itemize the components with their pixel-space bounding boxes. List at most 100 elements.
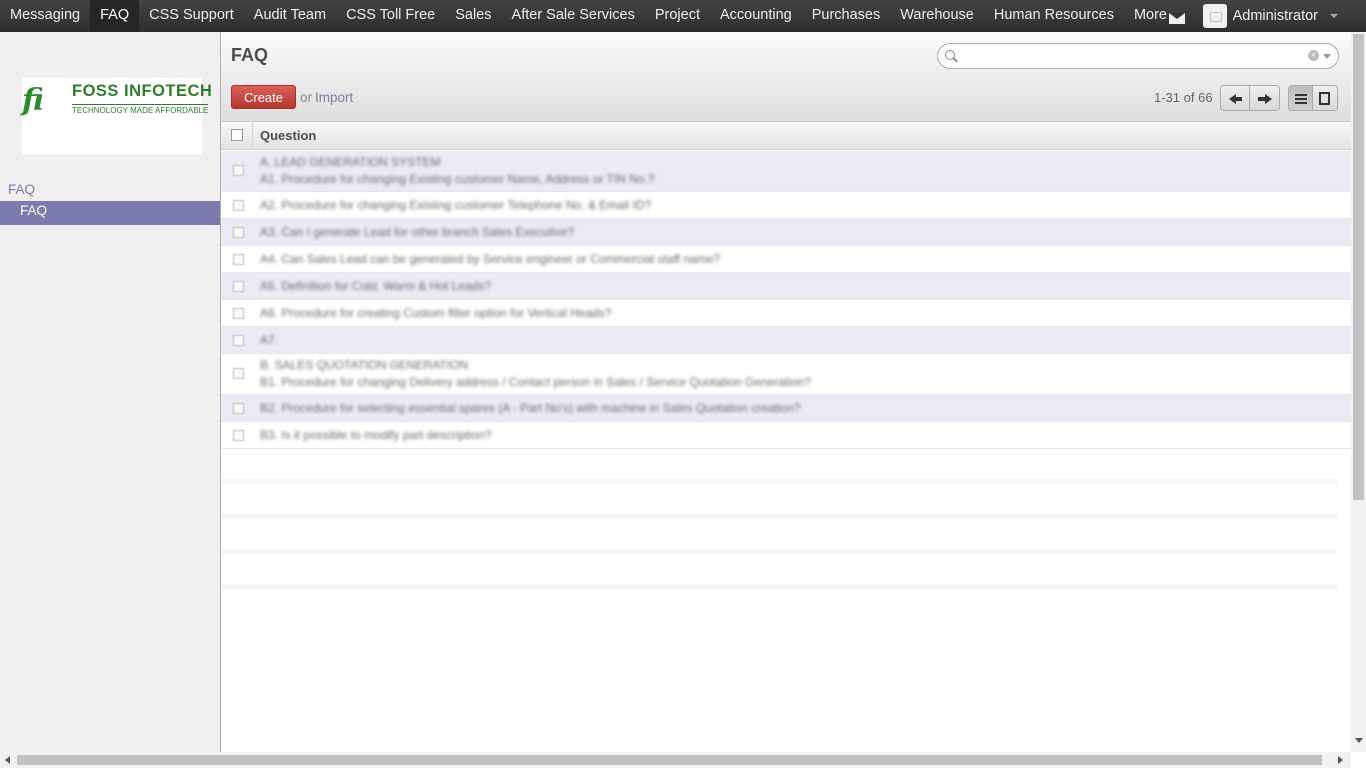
list-header: Question bbox=[221, 122, 1351, 150]
pager-buttons bbox=[1220, 85, 1280, 111]
menu-item-faq[interactable]: FAQ bbox=[90, 0, 140, 32]
table-row[interactable]: B2. Procedure for selecting essential sp… bbox=[221, 395, 1351, 422]
sidebar-item-faq[interactable]: FAQ bbox=[0, 201, 220, 225]
company-logo[interactable]: fi FOSS INFOTECH TECHNOLOGY MADE AFFORDA… bbox=[22, 78, 212, 154]
scroll-right-arrow-icon[interactable] bbox=[1338, 756, 1343, 764]
question-line: B3. Is it possible to modify part descri… bbox=[260, 428, 492, 442]
menu-item-project[interactable]: Project bbox=[645, 0, 710, 32]
row-checkbox[interactable] bbox=[233, 368, 244, 379]
table-row[interactable]: A5. Definition for Cold, Warm & Hot Lead… bbox=[221, 273, 1351, 300]
vertical-scroll-thumb[interactable] bbox=[1353, 34, 1364, 500]
menu-item-human-resources[interactable]: Human Resources bbox=[984, 0, 1124, 32]
table-row[interactable]: B. SALES QUOTATION GENERATION B1. Procedu… bbox=[221, 354, 1351, 395]
row-checkbox[interactable] bbox=[233, 165, 244, 176]
table-row[interactable]: A2. Procedure for changing Existing cust… bbox=[221, 192, 1351, 219]
question-cell[interactable]: A5. Definition for Cold, Warm & Hot Lead… bbox=[260, 278, 491, 295]
list-view-icon bbox=[1295, 94, 1307, 96]
page-title: FAQ bbox=[231, 45, 269, 65]
form-view-button[interactable] bbox=[1313, 85, 1338, 111]
search-dropdown-icon[interactable] bbox=[1323, 54, 1331, 59]
question-cell[interactable]: A6. Procedure for creating Custom filter… bbox=[260, 305, 612, 322]
question-line: A5. Definition for Cold, Warm & Hot Lead… bbox=[260, 279, 491, 293]
import-link[interactable]: Import bbox=[315, 90, 353, 105]
pager-next-icon[interactable] bbox=[1250, 85, 1280, 111]
question-line: B1. Procedure for changing Delivery addr… bbox=[260, 375, 811, 389]
question-line: B2. Procedure for selecting essential sp… bbox=[260, 401, 801, 415]
question-cell[interactable]: A7. bbox=[260, 332, 278, 349]
more-menu-label: More bbox=[1133, 7, 1167, 23]
question-line: A3. Can I generate Lead for other branch… bbox=[260, 225, 575, 239]
logo-mark-icon: fi bbox=[22, 83, 44, 118]
row-checkbox[interactable] bbox=[233, 254, 244, 265]
question-cell[interactable]: B. SALES QUOTATION GENERATION B1. Procedu… bbox=[260, 357, 811, 391]
scroll-down-arrow-icon[interactable] bbox=[1355, 738, 1363, 743]
avatar[interactable] bbox=[1202, 4, 1227, 28]
create-button[interactable]: Create bbox=[231, 85, 296, 109]
table-row[interactable]: A6. Procedure for creating Custom filter… bbox=[221, 300, 1351, 327]
table-row[interactable]: B3. Is it possible to modify part descri… bbox=[221, 422, 1351, 449]
pager-value[interactable]: 1-31 of 66 bbox=[1154, 90, 1213, 105]
row-checkbox[interactable] bbox=[233, 281, 244, 292]
left-sidebar: fi FOSS INFOTECH TECHNOLOGY MADE AFFORDA… bbox=[0, 32, 221, 752]
question-line: A2. Procedure for changing Existing cust… bbox=[260, 198, 652, 212]
view-switcher bbox=[1288, 85, 1338, 111]
question-cell[interactable]: B3. Is it possible to modify part descri… bbox=[260, 427, 491, 444]
menu-item-after-sale-services[interactable]: After Sale Services bbox=[502, 0, 645, 32]
row-checkbox[interactable] bbox=[233, 227, 244, 238]
question-line: A4. Can Sales Lead can be generated by S… bbox=[260, 252, 721, 266]
question-line: A1. Procedure for changing Existing cust… bbox=[260, 172, 655, 186]
question-cell[interactable]: B2. Procedure for selecting essential sp… bbox=[260, 400, 801, 417]
user-caret-down-icon[interactable] bbox=[1330, 14, 1338, 18]
main-menu: Messaging FAQ CSS Support Audit Team CSS Tol… bbox=[0, 0, 1124, 32]
user-area: Administrator bbox=[1168, 0, 1366, 32]
list-empty-area bbox=[221, 449, 1337, 596]
table-row[interactable]: A4. Can Sales Lead can be generated by S… bbox=[221, 246, 1351, 273]
horizontal-scroll-thumb[interactable] bbox=[17, 755, 1322, 765]
sidebar-section-faq: FAQ bbox=[8, 182, 36, 197]
search-icon bbox=[945, 50, 955, 60]
menu-item-css-support[interactable]: CSS Support bbox=[139, 0, 244, 32]
question-cell[interactable]: A4. Can Sales Lead can be generated by S… bbox=[260, 251, 720, 268]
mail-icon[interactable] bbox=[1168, 12, 1185, 24]
control-panel: FAQ × Create or Import 1-31 of 66 bbox=[221, 32, 1351, 122]
table-row[interactable]: A3. Can I generate Lead for other branch… bbox=[221, 219, 1351, 246]
list-body: A. LEAD GENERATION SYSTEM A1. Procedure f… bbox=[221, 151, 1351, 449]
main-content: FAQ × Create or Import 1-31 of 66 Questi… bbox=[221, 32, 1351, 752]
pager-previous-icon[interactable] bbox=[1220, 85, 1250, 111]
menu-item-messaging[interactable]: Messaging bbox=[0, 0, 90, 32]
question-line: B. SALES QUOTATION GENERATION bbox=[260, 358, 469, 372]
menu-item-audit-team[interactable]: Audit Team bbox=[244, 0, 336, 32]
question-line: A7. bbox=[260, 333, 279, 347]
question-line: A6. Procedure for creating Custom filter… bbox=[260, 306, 612, 320]
logo-title: FOSS INFOTECH bbox=[72, 82, 213, 100]
question-line: A. LEAD GENERATION SYSTEM bbox=[260, 155, 441, 169]
table-row[interactable]: A. LEAD GENERATION SYSTEM A1. Procedure f… bbox=[221, 151, 1351, 192]
scroll-left-arrow-icon[interactable] bbox=[5, 756, 10, 764]
vertical-scrollbar[interactable] bbox=[1351, 32, 1366, 752]
menu-item-purchases[interactable]: Purchases bbox=[802, 0, 891, 32]
menu-item-warehouse[interactable]: Warehouse bbox=[890, 0, 984, 32]
row-checkbox[interactable] bbox=[233, 308, 244, 319]
table-row[interactable]: A7. bbox=[221, 327, 1351, 354]
header-divider bbox=[252, 122, 253, 150]
column-header-question[interactable]: Question bbox=[260, 128, 316, 143]
search-box[interactable]: × bbox=[937, 43, 1339, 69]
user-name[interactable]: Administrator bbox=[1233, 8, 1318, 24]
row-checkbox[interactable] bbox=[233, 430, 244, 441]
list-view-button[interactable] bbox=[1288, 85, 1313, 111]
top-navbar: Messaging FAQ CSS Support Audit Team CSS Tol… bbox=[0, 0, 1366, 32]
search-input[interactable] bbox=[962, 47, 1302, 65]
horizontal-scrollbar[interactable] bbox=[0, 752, 1351, 768]
menu-item-css-toll-free[interactable]: CSS Toll Free bbox=[336, 0, 445, 32]
clear-icon[interactable]: × bbox=[1308, 50, 1319, 61]
row-checkbox[interactable] bbox=[233, 200, 244, 211]
question-cell[interactable]: A. LEAD GENERATION SYSTEM A1. Procedure f… bbox=[260, 154, 655, 188]
question-cell[interactable]: A2. Procedure for changing Existing cust… bbox=[260, 197, 651, 214]
row-checkbox[interactable] bbox=[233, 335, 244, 346]
select-all-checkbox[interactable] bbox=[231, 129, 243, 141]
logo-tagline: TECHNOLOGY MADE AFFORDABLE bbox=[72, 104, 209, 115]
menu-item-accounting[interactable]: Accounting bbox=[710, 0, 802, 32]
row-checkbox[interactable] bbox=[233, 403, 244, 414]
menu-item-sales[interactable]: Sales bbox=[445, 0, 501, 32]
question-cell[interactable]: A3. Can I generate Lead for other branch… bbox=[260, 224, 574, 241]
